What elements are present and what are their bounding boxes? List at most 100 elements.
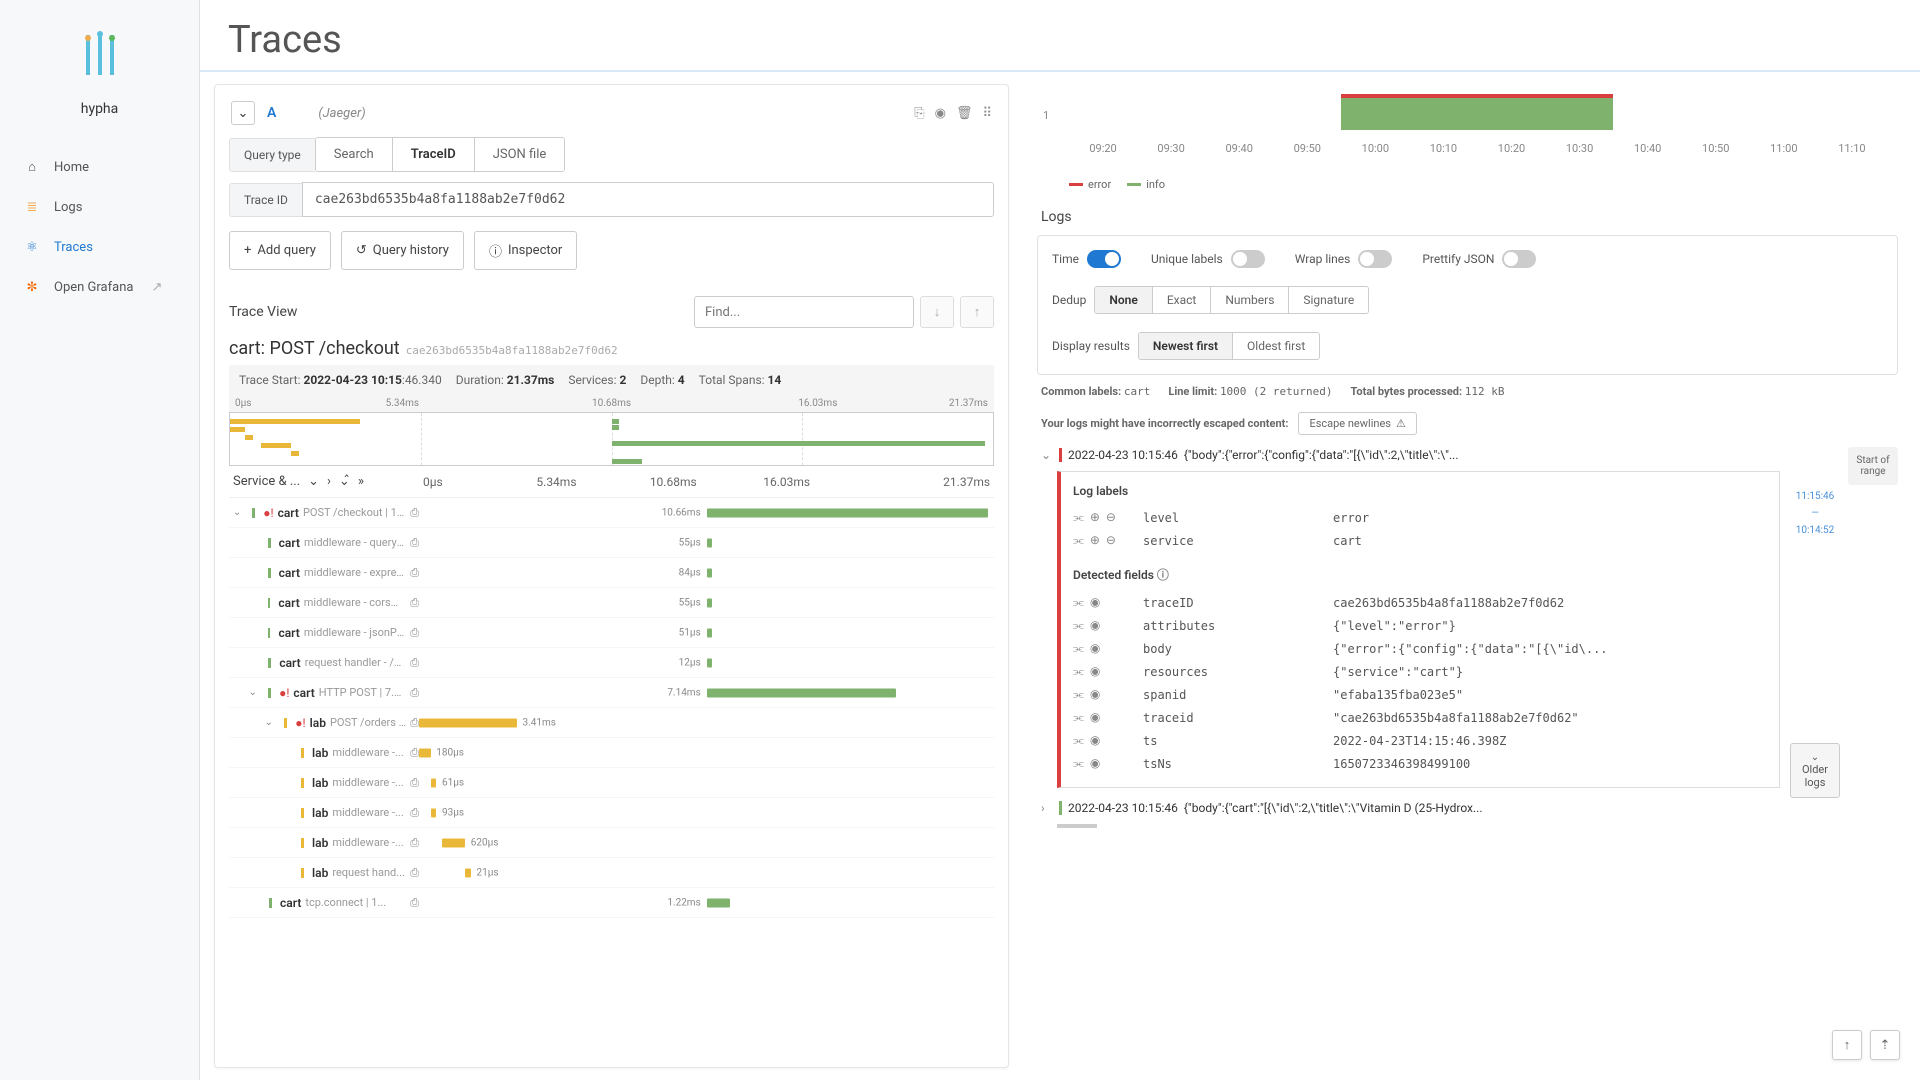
time-toggle[interactable]: [1087, 250, 1121, 268]
eye-icon[interactable]: ◉: [1090, 687, 1100, 702]
span-chevron-icon[interactable]: ⌄: [249, 687, 261, 698]
help-icon[interactable]: ⓘ: [1157, 568, 1169, 582]
span-log-icon[interactable]: ⎙: [410, 686, 419, 700]
chevron-right-icon[interactable]: ›: [327, 474, 331, 489]
scroll-up-button[interactable]: ⇡: [1870, 1030, 1900, 1060]
eye-icon[interactable]: ◉: [935, 106, 946, 121]
filter-in-icon[interactable]: ⊕: [1090, 510, 1100, 525]
find-prev-button[interactable]: ↑: [960, 296, 994, 328]
display-oldest[interactable]: Oldest first: [1233, 333, 1319, 359]
query-history-button[interactable]: ↺Query history: [341, 231, 464, 270]
span-row[interactable]: cart middleware - corsMi...⎙55µs: [229, 588, 994, 618]
span-row[interactable]: cart middleware - query |...⎙55µs: [229, 528, 994, 558]
query-type-traceid[interactable]: TraceID: [393, 138, 475, 171]
stats-icon[interactable]: ⫘: [1073, 664, 1084, 679]
span-chevron-icon[interactable]: ⌄: [233, 507, 244, 518]
nav-home[interactable]: ⌂Home: [10, 147, 189, 187]
wrap-toggle[interactable]: [1358, 250, 1392, 268]
span-log-icon[interactable]: ⎙: [410, 536, 419, 550]
filter-out-icon[interactable]: ⊖: [1106, 510, 1116, 525]
eye-icon[interactable]: ◉: [1090, 710, 1100, 725]
dedup-none[interactable]: None: [1095, 287, 1152, 313]
eye-icon[interactable]: ◉: [1090, 618, 1100, 633]
log-entry[interactable]: › 2022-04-23 10:15:46 {"body":{"cart":"[…: [1037, 798, 1840, 818]
span-log-icon[interactable]: ⎙: [410, 836, 419, 850]
eye-icon[interactable]: ◉: [1090, 664, 1100, 679]
escape-newlines-button[interactable]: Escape newlines⚠: [1298, 412, 1416, 435]
span-log-icon[interactable]: ⎙: [410, 656, 419, 670]
expand-log-icon[interactable]: ⌄: [1041, 448, 1053, 462]
nav-logs[interactable]: ≣Logs: [10, 187, 189, 227]
span-log-icon[interactable]: ⎙: [410, 746, 419, 760]
scrollbar-hint[interactable]: [1057, 824, 1097, 828]
span-row[interactable]: ⌄●!cart POST /checkout | 10...⎙10.66ms: [229, 498, 994, 528]
trace-minimap[interactable]: [229, 412, 994, 466]
log-entry[interactable]: ⌄ 2022-04-23 10:15:46 {"body":{"error":{…: [1037, 445, 1840, 465]
span-chevron-icon[interactable]: ⌄: [265, 717, 277, 728]
expand-log-icon[interactable]: ›: [1041, 801, 1053, 815]
stats-icon[interactable]: ⫘: [1073, 756, 1084, 771]
span-log-icon[interactable]: ⎙: [410, 506, 419, 520]
inspector-button[interactable]: ⓘInspector: [474, 231, 577, 270]
filter-out-icon[interactable]: ⊖: [1106, 533, 1116, 548]
stats-icon[interactable]: ⫘: [1073, 533, 1084, 548]
log-labels-title: Log labels: [1073, 484, 1767, 498]
span-row[interactable]: lab middleware -...⎙180µs: [229, 738, 994, 768]
query-type-search[interactable]: Search: [316, 138, 393, 171]
copy-icon[interactable]: ⎘: [914, 106, 924, 121]
span-row[interactable]: ⌄●!cart HTTP POST | 7.1...⎙7.14ms: [229, 678, 994, 708]
span-row[interactable]: lab middleware -...⎙93µs: [229, 798, 994, 828]
eye-icon[interactable]: ◉: [1090, 756, 1100, 771]
nav-grafana[interactable]: ✼Open Grafana↗: [10, 267, 189, 307]
eye-icon[interactable]: ◉: [1090, 595, 1100, 610]
span-row[interactable]: cart middleware - expres...⎙84µs: [229, 558, 994, 588]
eye-icon[interactable]: ◉: [1090, 641, 1100, 656]
stats-icon[interactable]: ⫘: [1073, 510, 1084, 525]
stats-icon[interactable]: ⫘: [1073, 595, 1084, 610]
chevron-down-icon[interactable]: ⌄: [308, 474, 319, 489]
span-log-icon[interactable]: ⎙: [410, 806, 419, 820]
eye-icon[interactable]: ◉: [1090, 733, 1100, 748]
dedup-signature[interactable]: Signature: [1289, 287, 1368, 313]
span-row[interactable]: cart request handler - /c...⎙12µs: [229, 648, 994, 678]
span-row[interactable]: ⌄●!lab POST /orders ...⎙3.41ms: [229, 708, 994, 738]
span-log-icon[interactable]: ⎙: [410, 716, 419, 730]
add-query-button[interactable]: +Add query: [229, 231, 331, 270]
collapse-query-button[interactable]: ⌄: [231, 101, 255, 125]
span-row[interactable]: lab middleware -...⎙620µs: [229, 828, 994, 858]
display-newest[interactable]: Newest first: [1139, 333, 1233, 359]
span-log-icon[interactable]: ⎙: [410, 596, 419, 610]
span-row[interactable]: cart middleware - jsonPa...⎙51µs: [229, 618, 994, 648]
older-logs-button[interactable]: ⌄Older logs: [1790, 743, 1840, 798]
span-row[interactable]: cart tcp.connect | 1...⎙1.22ms: [229, 888, 994, 918]
scroll-top-button[interactable]: ↑: [1832, 1030, 1862, 1060]
expand-all-icon[interactable]: »: [358, 474, 364, 489]
span-row[interactable]: lab middleware -...⎙61µs: [229, 768, 994, 798]
find-next-button[interactable]: ↓: [920, 296, 954, 328]
dedup-numbers[interactable]: Numbers: [1211, 287, 1289, 313]
nav-traces[interactable]: ⚛Traces: [10, 227, 189, 267]
stats-icon[interactable]: ⫘: [1073, 641, 1084, 656]
traceid-input[interactable]: [302, 182, 994, 217]
stats-icon[interactable]: ⫘: [1073, 687, 1084, 702]
stats-icon[interactable]: ⫘: [1073, 710, 1084, 725]
span-log-icon[interactable]: ⎙: [410, 566, 419, 580]
span-row[interactable]: lab request hand...⎙21µs: [229, 858, 994, 888]
span-log-icon[interactable]: ⎙: [410, 866, 419, 880]
stats-icon[interactable]: ⫘: [1073, 618, 1084, 633]
filter-in-icon[interactable]: ⊕: [1090, 533, 1100, 548]
collapse-all-icon[interactable]: ⌄̂: [339, 474, 350, 489]
prettify-toggle[interactable]: [1502, 250, 1536, 268]
span-log-icon[interactable]: ⎙: [410, 896, 419, 910]
trash-icon[interactable]: 🗑: [956, 106, 973, 121]
find-input[interactable]: [694, 296, 914, 328]
span-log-icon[interactable]: ⎙: [410, 626, 419, 640]
span-log-icon[interactable]: ⎙: [410, 776, 419, 790]
dedup-exact[interactable]: Exact: [1153, 287, 1212, 313]
drag-icon[interactable]: ⠿: [982, 106, 992, 121]
log-chart[interactable]: 1 09:2009:3009:4009:5010:0010:1010:2010:…: [1029, 84, 1906, 174]
query-type-jsonfile[interactable]: JSON file: [475, 138, 565, 171]
unique-toggle[interactable]: [1231, 250, 1265, 268]
field-key: tsNs: [1143, 757, 1323, 771]
stats-icon[interactable]: ⫘: [1073, 733, 1084, 748]
